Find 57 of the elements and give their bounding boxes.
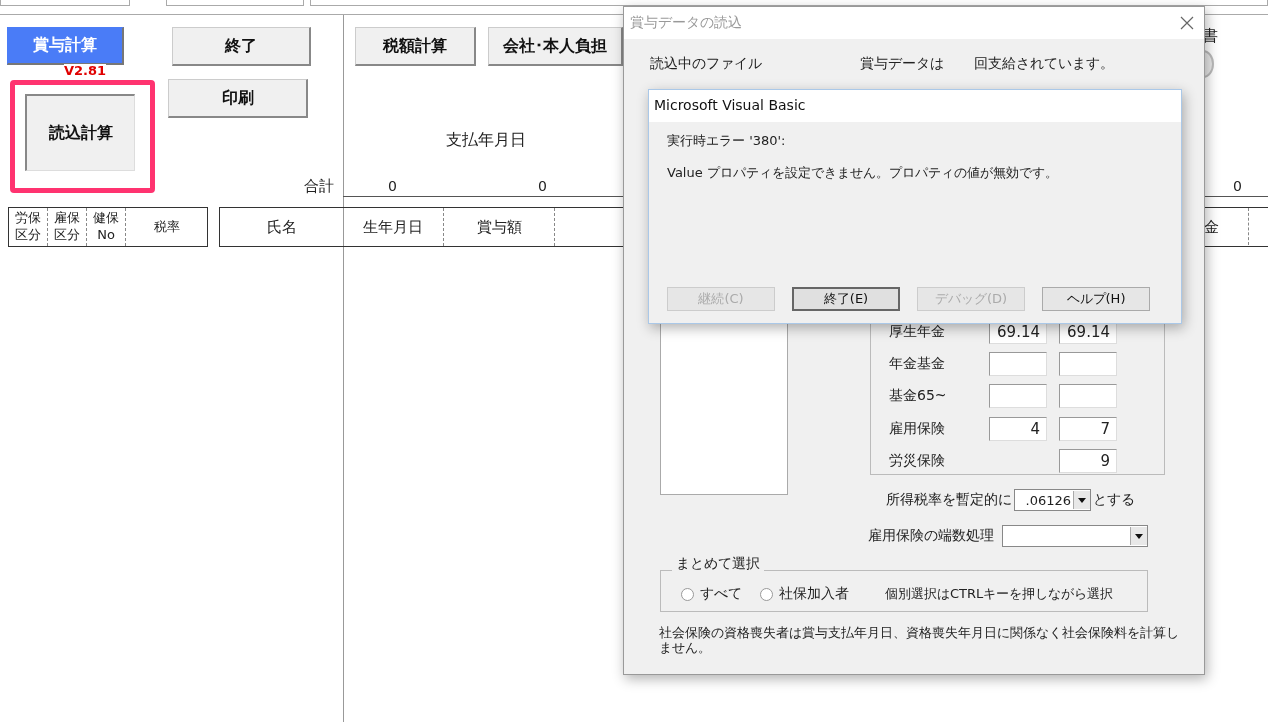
field-label: 賞与データは: [860, 55, 944, 73]
dialog-button[interactable]: ヘルプ(H): [1042, 287, 1150, 311]
tax-rate-label: 所得税率を暫定的に: [886, 491, 1012, 509]
radio-button[interactable]: [760, 587, 773, 601]
column-header: 生年月日: [343, 208, 444, 246]
rate-field[interactable]: [1059, 384, 1117, 409]
column-header: 労保 区分: [9, 208, 48, 246]
rate-field[interactable]: [989, 352, 1047, 377]
rate-label: 厚生年金: [889, 323, 946, 342]
dropdown-icon[interactable]: [1130, 527, 1147, 545]
dropdown-icon[interactable]: [1073, 491, 1090, 509]
rate-field[interactable]: 7: [1059, 416, 1117, 441]
column-header: 健保 No: [87, 208, 126, 246]
column-header: 税率: [152, 218, 181, 236]
input-field[interactable]: [166, 0, 304, 6]
input-field[interactable]: [0, 0, 130, 6]
rate-field[interactable]: 4: [989, 416, 1047, 441]
group-title: まとめて選択: [672, 555, 764, 573]
total-value: 0: [1233, 178, 1242, 194]
note-text: 社会保険の資格喪失者は賞与支払年月日、資格喪失年月日に関係なく社会保険料を計算しません。: [659, 625, 1179, 655]
column-header: 氏名: [219, 207, 344, 247]
column-header: 賞与額: [444, 208, 555, 246]
rate-field[interactable]: [1059, 352, 1117, 377]
tax-rate-suffix: とする: [1093, 491, 1135, 509]
dialog-title: Microsoft Visual Basic: [649, 90, 1181, 122]
tax-rate-dropdown[interactable]: .06126: [1014, 489, 1091, 511]
rate-field[interactable]: [989, 384, 1047, 409]
dialog-button[interactable]: 終了(E): [792, 287, 900, 311]
sheet-button[interactable]: 印刷: [168, 79, 308, 118]
rate-label: 年金基金: [889, 355, 946, 374]
close-icon[interactable]: [1180, 16, 1194, 30]
rate-label: 基金65~: [889, 387, 948, 406]
sheet-button[interactable]: 読込計算: [25, 94, 135, 171]
rounding-label: 雇用保険の端数処理: [868, 527, 994, 545]
total-label: 合計: [304, 177, 334, 196]
rate-label: 労災保険: [889, 451, 946, 470]
sheet-button[interactable]: 会社･本人負担: [488, 27, 623, 66]
group-hint: 個別選択はCTRLキーを押しながら選択: [885, 585, 1114, 603]
rate-field[interactable]: 9: [1059, 448, 1117, 473]
total-value: 0: [538, 178, 547, 194]
field-label: 読込中のファイル: [650, 55, 762, 73]
sheet-button[interactable]: 税額計算: [355, 27, 476, 66]
column-header: 雇保 区分: [48, 208, 87, 246]
error-message: Value プロパティを設定できません。プロパティの値が無効です。: [667, 164, 1059, 182]
window-title: 賞与データの読込: [630, 14, 742, 32]
field-label: 回支給されています。: [974, 55, 1114, 73]
column-header: 金: [1204, 218, 1219, 237]
radio-label[interactable]: 社保加入者: [779, 585, 849, 603]
sheet-button[interactable]: 終了: [172, 27, 311, 66]
pay-date-label: 支払年月日: [446, 130, 526, 151]
radio-label[interactable]: すべて: [700, 585, 742, 603]
sheet-button[interactable]: 賞与計算: [7, 27, 124, 65]
radio-button[interactable]: [681, 587, 694, 601]
total-value: 0: [388, 178, 397, 194]
rate-label: 雇用保険: [889, 419, 946, 438]
version-label: V2.81: [64, 64, 107, 78]
error-code: 実行時エラー '380':: [667, 132, 787, 150]
